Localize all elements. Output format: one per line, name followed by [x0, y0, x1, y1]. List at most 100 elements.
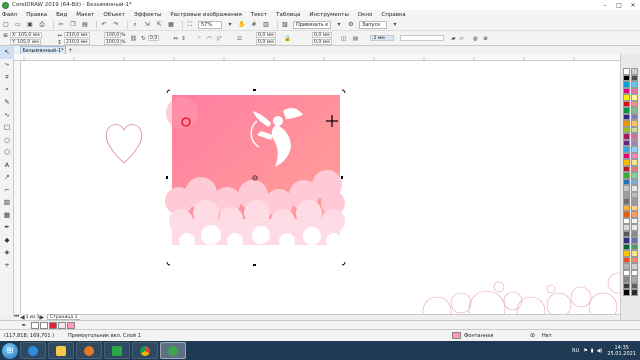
- corner-radius-1-field[interactable]: 0,0 мм: [256, 32, 276, 38]
- gear-icon[interactable]: ⚙: [347, 21, 355, 29]
- text-tool-icon[interactable]: A: [0, 159, 14, 172]
- doc-swatch-pink[interactable]: [67, 321, 75, 329]
- horizontal-ruler[interactable]: [14, 54, 620, 61]
- grid-icon[interactable]: #: [250, 21, 258, 29]
- drawing-canvas[interactable]: [21, 61, 620, 314]
- add-tool-icon[interactable]: +: [0, 259, 14, 272]
- taskbar-corel-connect-icon[interactable]: [104, 342, 130, 359]
- close-button[interactable]: ✕: [626, 0, 640, 10]
- parallel-dimension-icon[interactable]: ↗: [0, 171, 14, 184]
- menu-layout[interactable]: Макет: [76, 12, 94, 18]
- interactive-fill-icon[interactable]: ◆: [0, 234, 14, 247]
- eyedropper-icon[interactable]: ✒: [20, 321, 28, 329]
- menu-text[interactable]: Текст: [251, 12, 267, 18]
- scalloped-corner-icon[interactable]: ◠: [206, 35, 213, 42]
- cut-icon[interactable]: ✂: [57, 21, 65, 29]
- menu-effects[interactable]: Эффекты: [134, 12, 162, 18]
- vertical-ruler[interactable]: [14, 61, 21, 314]
- convert-to-curves-icon[interactable]: ◍: [472, 35, 479, 42]
- y-position-field[interactable]: Y: 105,0 мм: [10, 39, 41, 45]
- paste-icon[interactable]: ▤: [81, 21, 89, 29]
- chamfered-corner-icon[interactable]: ◸: [216, 35, 223, 42]
- rotation-angle-field[interactable]: 0,0: [148, 35, 160, 41]
- relative-scaling-icon[interactable]: ◫: [340, 35, 347, 42]
- no-color-swatch[interactable]: [31, 321, 39, 329]
- corner-radius-2-field[interactable]: 0,0 мм: [256, 39, 276, 45]
- outline-width-field[interactable]: .2 мм: [370, 35, 394, 41]
- search-content-icon[interactable]: ⌕: [131, 21, 139, 29]
- corner-lock-icon[interactable]: ⊡: [236, 35, 243, 42]
- maximize-button[interactable]: □: [612, 0, 626, 10]
- bitmap-icon[interactable]: ▧: [281, 21, 289, 29]
- chevron-down-icon[interactable]: ▾: [335, 21, 343, 29]
- scale-y-field[interactable]: 100,0%: [104, 39, 126, 45]
- smart-fill-icon[interactable]: ◈: [0, 246, 14, 259]
- launch-dropdown[interactable]: Запуск: [359, 20, 387, 29]
- rulers-icon[interactable]: ▥: [262, 21, 270, 29]
- taskbar-coreldraw-icon[interactable]: [160, 342, 186, 359]
- tray-network-icon[interactable]: ▮: [591, 348, 594, 354]
- redo-icon[interactable]: ↷: [112, 21, 120, 29]
- taskbar-explorer-icon[interactable]: [48, 342, 74, 359]
- height-field[interactable]: 210,0 мм: [64, 39, 90, 45]
- eyedropper-icon[interactable]: ✒: [0, 221, 14, 234]
- menu-edit[interactable]: Правка: [26, 12, 47, 18]
- quick-customize-icon[interactable]: ⊕: [482, 35, 489, 42]
- taskbar-ie-icon[interactable]: [20, 342, 46, 359]
- round-corner-icon[interactable]: ◜: [196, 35, 203, 42]
- menu-window[interactable]: Окно: [358, 12, 373, 18]
- corner-radius-4-field[interactable]: 0,0 мм: [312, 39, 332, 45]
- new-tab-plus-icon[interactable]: +: [68, 47, 73, 54]
- menu-help[interactable]: Справка: [381, 12, 405, 18]
- pick-tool-icon[interactable]: ↖: [0, 46, 14, 59]
- tray-volume-icon[interactable]: ◀): [597, 348, 603, 354]
- transparency-tool-icon[interactable]: ▦: [0, 209, 14, 222]
- save-icon[interactable]: ▣: [26, 21, 34, 29]
- to-back-icon[interactable]: ▱: [458, 35, 465, 42]
- doc-swatch-white[interactable]: [40, 321, 48, 329]
- taskbar-chrome-icon[interactable]: [132, 342, 158, 359]
- clock[interactable]: 14:35 25.01.2021: [607, 345, 636, 357]
- taskbar-media-icon[interactable]: [76, 342, 102, 359]
- polygon-tool-icon[interactable]: ⬡: [0, 146, 14, 159]
- menu-tools[interactable]: Инструменты: [309, 12, 348, 18]
- undo-icon[interactable]: ↶: [100, 21, 108, 29]
- palette-swatch[interactable]: [623, 289, 630, 296]
- snap-to-dropdown[interactable]: Привязать к: [293, 20, 331, 29]
- scale-x-field[interactable]: 100,0%: [104, 32, 126, 38]
- document-tab[interactable]: Безымянный-1*: [20, 46, 66, 54]
- import-icon[interactable]: ⇲: [143, 21, 151, 29]
- mirror-vertical-icon[interactable]: ⇕: [180, 35, 187, 42]
- pink-rectangle-artwork[interactable]: [165, 95, 345, 249]
- menu-bitmaps[interactable]: Растровые изображения: [170, 12, 241, 18]
- menu-object[interactable]: Объект: [103, 12, 125, 18]
- wrap-text-icon[interactable]: ▤: [352, 35, 359, 42]
- menu-file[interactable]: Файл: [2, 12, 17, 18]
- minimize-button[interactable]: –: [598, 0, 612, 10]
- language-indicator[interactable]: RU: [572, 348, 579, 354]
- windows-start-icon[interactable]: ⊞: [2, 342, 18, 359]
- mirror-horizontal-icon[interactable]: ⇔: [172, 35, 179, 42]
- lock-corners-icon[interactable]: 🔒: [284, 35, 291, 42]
- tray-flag-icon[interactable]: ⚑: [583, 348, 587, 354]
- print-icon[interactable]: ⎙: [38, 21, 46, 29]
- ellipse-tool-icon[interactable]: ○: [0, 134, 14, 147]
- decorative-bubbles[interactable]: [422, 272, 620, 314]
- heart-outline[interactable]: [105, 124, 143, 164]
- doc-swatch-light[interactable]: [58, 321, 66, 329]
- doc-swatch-red[interactable]: [49, 321, 57, 329]
- crop-tool-icon[interactable]: ⌗: [0, 71, 14, 84]
- zoom-tool-icon[interactable]: ⌕: [0, 84, 14, 97]
- export-icon[interactable]: ⇱: [155, 21, 163, 29]
- copy-icon[interactable]: ❐: [69, 21, 77, 29]
- line-style-dropdown[interactable]: [400, 35, 444, 41]
- chevron-down-icon[interactable]: ▾: [391, 21, 399, 29]
- width-field[interactable]: 210,0 мм: [64, 32, 90, 38]
- menu-view[interactable]: Вид: [56, 12, 67, 18]
- corner-radius-3-field[interactable]: 0,0 мм: [312, 32, 332, 38]
- object-origin-icon[interactable]: ⊞: [2, 32, 9, 39]
- open-folder-icon[interactable]: ▭: [14, 21, 22, 29]
- outline-pen-icon[interactable]: ⊘: [530, 332, 535, 339]
- menu-table[interactable]: Таблица: [276, 12, 300, 18]
- shape-tool-icon[interactable]: ⤷: [0, 59, 14, 72]
